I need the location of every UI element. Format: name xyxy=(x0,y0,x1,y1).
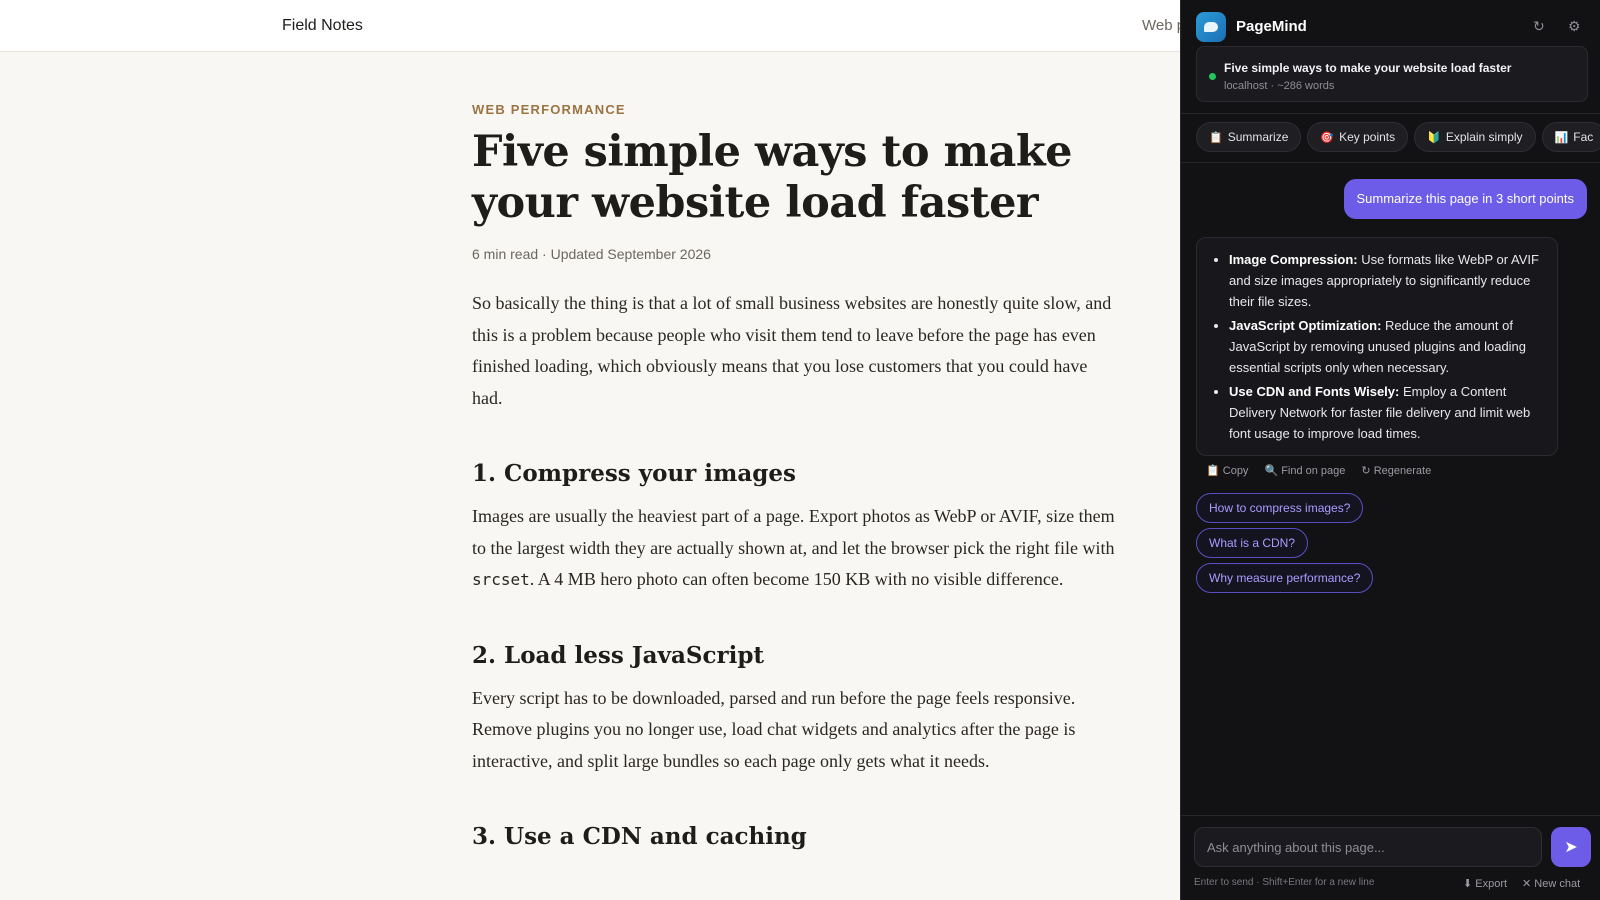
user-message-bubble: Summarize this page in 3 short points xyxy=(1343,179,1587,219)
section-heading-2: 2. Load less JavaScript xyxy=(472,641,765,669)
suggestion-what-is-cdn[interactable]: What is a CDN? xyxy=(1196,528,1309,558)
current-page-card: Five simple ways to make your website lo… xyxy=(1196,46,1588,102)
reply-point-2: JavaScript Optimization: Reduce the amou… xyxy=(1229,315,1545,378)
chip-facts-label: Fac xyxy=(1573,130,1594,144)
article: WEB PERFORMANCE Five simple ways to make… xyxy=(472,102,1122,850)
composer-hint: Enter to send · Shift+Enter for a new li… xyxy=(1194,877,1375,888)
target-icon: 🎯 xyxy=(1320,132,1335,144)
section-body-1-text-b: . A 4 MB hero photo can often become 150… xyxy=(529,569,1064,589)
reply-actions: 📋 Copy 🔍 Find on page ↻ Regenerate xyxy=(1206,464,1447,477)
chip-key-points[interactable]: 🎯 Key points xyxy=(1307,122,1409,152)
nav-link-web[interactable]: Web p xyxy=(1142,17,1185,34)
article-intro: So basically the thing is that a lot of … xyxy=(472,293,1112,408)
new-chat-button[interactable]: ✕ New chat xyxy=(1522,877,1580,890)
panel-header: PageMind ↻ ⚙ xyxy=(1181,0,1600,52)
chip-summarize[interactable]: 📋 Summarize xyxy=(1196,122,1302,152)
reply-list: Image Compression: Use formats like WebP… xyxy=(1211,249,1545,444)
chip-key-points-label: Key points xyxy=(1339,130,1396,144)
section-body-2: Every script has to be downloaded, parse… xyxy=(472,687,1076,771)
chart-icon: 📊 xyxy=(1554,132,1569,144)
composer: ➤ Enter to send · Shift+Enter for a new … xyxy=(1181,815,1600,900)
chat-input[interactable] xyxy=(1194,827,1542,867)
assistant-panel: PageMind ↻ ⚙ Five simple ways to make yo… xyxy=(1180,0,1600,900)
divider-top xyxy=(1181,113,1600,114)
chip-explain-simply-label: Explain simply xyxy=(1445,130,1523,144)
section-body-1: Images are usually the heaviest part of … xyxy=(472,501,1122,596)
chip-explain-simply[interactable]: 🔰 Explain simply xyxy=(1414,122,1536,152)
app-name: PageMind xyxy=(1236,18,1307,35)
beginner-icon: 🔰 xyxy=(1427,132,1441,144)
divider-chips xyxy=(1181,162,1600,163)
regenerate-button[interactable]: ↻ Regenerate xyxy=(1361,465,1431,477)
article-meta: 6 min read · Updated September 2026 xyxy=(472,246,711,262)
srcset-code: srcset xyxy=(472,570,530,589)
assistant-reply: Image Compression: Use formats like WebP… xyxy=(1196,237,1558,456)
article-title: Five simple ways to make your website lo… xyxy=(472,127,1073,228)
send-button[interactable]: ➤ xyxy=(1551,827,1591,867)
section-heading-3: 3. Use a CDN and caching xyxy=(472,823,807,850)
article-kicker: WEB PERFORMANCE xyxy=(472,102,626,117)
current-page-title: Five simple ways to make your website lo… xyxy=(1224,61,1512,75)
section-heading-1: 1. Compress your images xyxy=(472,460,796,487)
copy-button[interactable]: 📋 Copy xyxy=(1206,465,1248,477)
reply-point-1-bold: Image Compression: xyxy=(1229,252,1358,267)
settings-gear-icon[interactable]: ⚙ xyxy=(1568,18,1581,35)
section-body-1-text-a: Images are usually the heaviest part of … xyxy=(472,506,1115,558)
reply-point-3-bold: Use CDN and Fonts Wisely: xyxy=(1229,384,1400,399)
chip-summarize-label: Summarize xyxy=(1227,130,1289,144)
chip-facts[interactable]: 📊 Fac xyxy=(1541,122,1600,152)
quick-action-chips: 📋 Summarize 🎯 Key points 🔰 Explain simply 📊 Fac xyxy=(1196,122,1600,154)
reply-point-1: Image Compression: Use formats like WebP… xyxy=(1229,249,1545,312)
site-header: Field Notes Web p xyxy=(0,0,1185,52)
reply-point-3: Use CDN and Fonts Wisely: Employ a Conte… xyxy=(1229,381,1545,444)
suggestion-why-measure[interactable]: Why measure performance? xyxy=(1196,563,1374,593)
refresh-icon[interactable]: ↻ xyxy=(1533,18,1545,35)
pagemind-logo-icon xyxy=(1196,12,1226,42)
export-button[interactable]: ⬇ Export xyxy=(1463,877,1507,890)
find-on-page-button[interactable]: 🔍 Find on page xyxy=(1264,465,1345,477)
site-brand-link[interactable]: Field Notes xyxy=(282,17,363,35)
live-status-dot xyxy=(1209,73,1216,80)
reply-point-2-bold: JavaScript Optimization: xyxy=(1229,318,1382,333)
clipboard-icon: 📋 xyxy=(1209,132,1223,144)
current-page-subtitle: localhost · ~286 words xyxy=(1224,80,1335,92)
suggestion-compress-images[interactable]: How to compress images? xyxy=(1196,493,1364,523)
